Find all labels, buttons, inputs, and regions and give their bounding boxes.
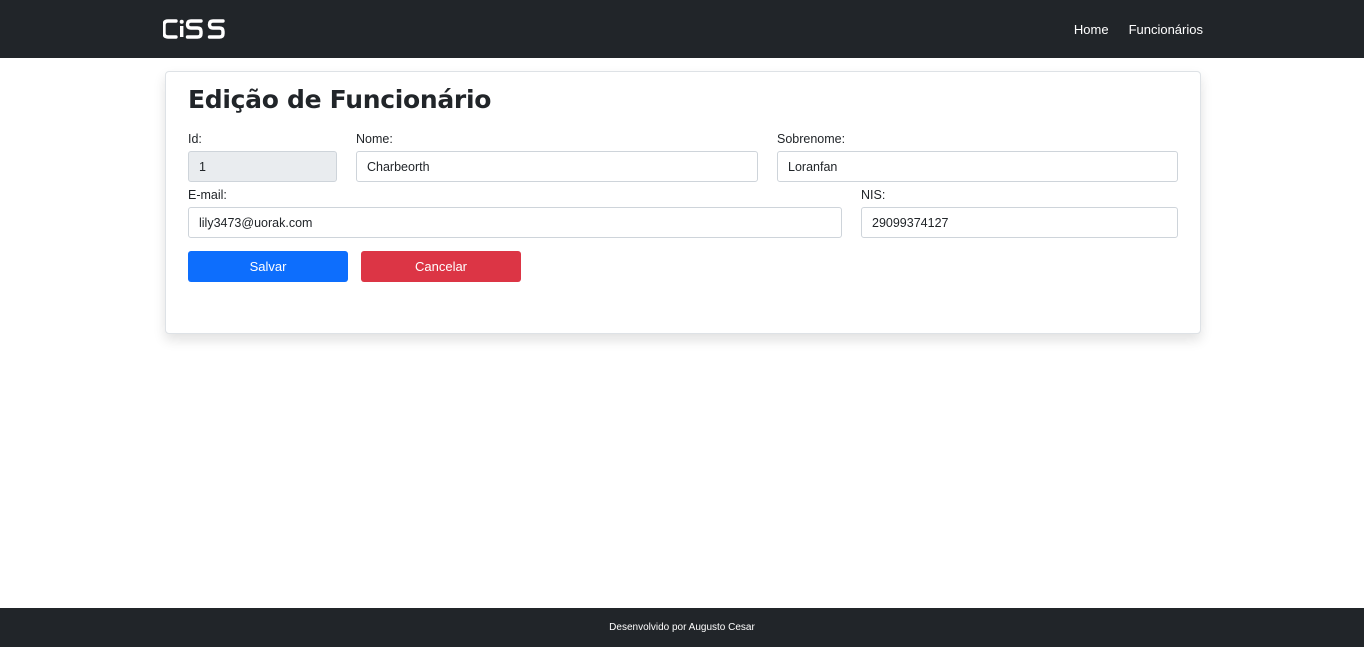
employee-edit-card: Edição de Funcionário Id: Nome: Sobrenom… bbox=[165, 71, 1201, 334]
footer: Desenvolvido por Augusto Cesar bbox=[0, 608, 1364, 647]
save-button[interactable]: Salvar bbox=[188, 251, 348, 282]
nav-links: Home Funcionários bbox=[1074, 0, 1203, 58]
nome-label: Nome: bbox=[356, 132, 393, 146]
nav-link-home[interactable]: Home bbox=[1074, 22, 1109, 37]
cancel-button[interactable]: Cancelar bbox=[361, 251, 521, 282]
id-label: Id: bbox=[188, 132, 202, 146]
nis-field[interactable] bbox=[861, 207, 1178, 238]
ciss-logo-mark bbox=[162, 19, 225, 39]
navbar: Home Funcionários bbox=[0, 0, 1364, 58]
email-label: E-mail: bbox=[188, 188, 227, 202]
nis-label: NIS: bbox=[861, 188, 886, 202]
nav-link-funcionarios[interactable]: Funcionários bbox=[1129, 22, 1203, 37]
id-field[interactable] bbox=[188, 151, 337, 182]
footer-credit: Desenvolvido por Augusto Cesar bbox=[609, 622, 755, 633]
email-field[interactable] bbox=[188, 207, 842, 238]
sobrenome-label: Sobrenome: bbox=[777, 132, 846, 146]
page-title: Edição de Funcionário bbox=[188, 85, 492, 114]
ciss-logo[interactable] bbox=[162, 17, 225, 41]
sobrenome-field[interactable] bbox=[777, 151, 1178, 182]
nome-field[interactable] bbox=[356, 151, 758, 182]
